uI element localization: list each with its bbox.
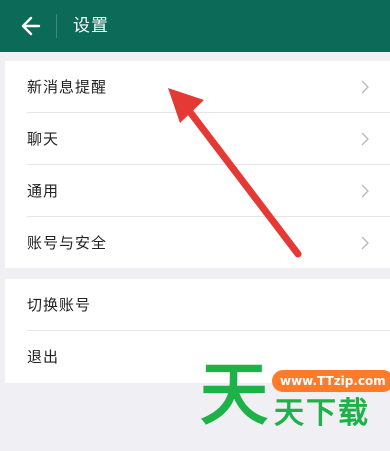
settings-item-chat[interactable]: 聊天 — [5, 113, 390, 165]
back-button[interactable] — [12, 8, 50, 44]
chevron-right-icon — [361, 132, 369, 146]
watermark-text: 天下载 — [274, 396, 370, 431]
settings-item-label: 聊天 — [27, 130, 60, 148]
arrow-left-icon — [21, 16, 41, 36]
header-divider — [56, 14, 57, 38]
settings-group-main: 新消息提醒 聊天 通用 账号与安全 — [5, 61, 390, 268]
settings-item-label: 账号与安全 — [27, 234, 108, 252]
settings-item-label: 新消息提醒 — [27, 78, 108, 96]
watermark-url-badge: www.TTzip.com — [272, 370, 390, 392]
chevron-right-icon — [361, 236, 369, 250]
app-header: 设置 — [0, 0, 390, 52]
settings-item-label: 通用 — [27, 182, 60, 200]
settings-item-account-security[interactable]: 账号与安全 — [5, 217, 390, 269]
settings-item-general[interactable]: 通用 — [5, 165, 390, 217]
page-title: 设置 — [73, 16, 109, 36]
settings-item-new-message-notify[interactable]: 新消息提醒 — [5, 61, 390, 113]
watermark-logo: 天 www.TTzip.com 天下载 — [196, 355, 390, 440]
watermark-big-char: 天 — [200, 355, 269, 435]
settings-item-label: 切换账号 — [27, 296, 92, 314]
settings-item-switch-account[interactable]: 切换账号 — [5, 279, 390, 331]
chevron-right-icon — [361, 184, 369, 198]
settings-item-label: 退出 — [27, 348, 60, 366]
chevron-right-icon — [361, 80, 369, 94]
